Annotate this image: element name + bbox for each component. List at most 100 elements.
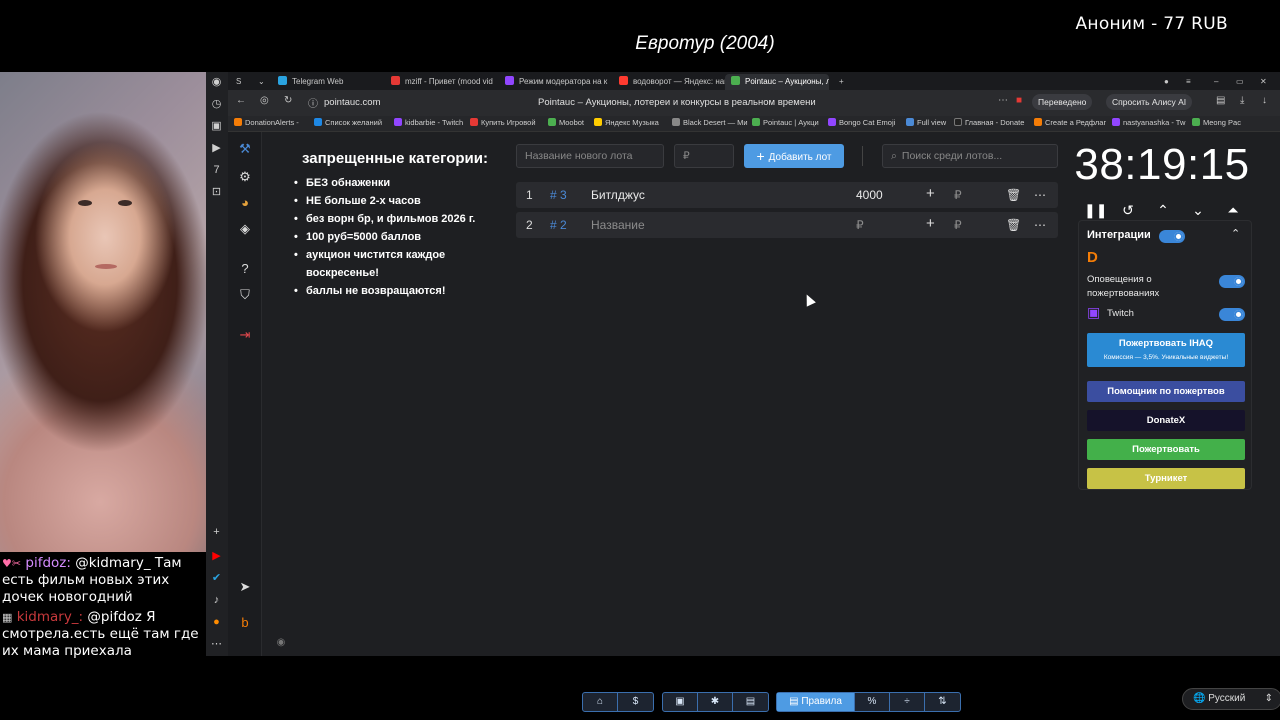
chevron-up-icon[interactable]: ⌃ xyxy=(1153,202,1173,219)
shield-icon[interactable]: ⛉ xyxy=(234,284,256,306)
tab-telegram[interactable]: Telegram Web xyxy=(272,74,382,90)
settings-gear-icon[interactable]: ⚙ xyxy=(234,166,256,188)
add-amount-icon[interactable]: + xyxy=(926,185,935,202)
split-icon[interactable]: ÷ xyxy=(890,693,925,711)
twitch-toggle[interactable] xyxy=(1219,308,1245,321)
search-lots-input[interactable]: ⌕ Поиск среди лотов... xyxy=(882,144,1058,168)
bookmark-item[interactable]: nastyanashka - Tw xyxy=(1112,118,1185,127)
bookmark-item[interactable]: kidbarbie - Twitch xyxy=(394,118,463,127)
profile-icon[interactable]: ◉ xyxy=(208,74,225,91)
lot-amount[interactable]: ₽ xyxy=(856,218,864,232)
maximize-icon[interactable]: ▭ xyxy=(1230,74,1246,90)
layers-icon[interactable]: ◈ xyxy=(234,218,256,240)
logout-icon[interactable]: ⇥ xyxy=(234,324,256,346)
bookmark-item[interactable]: Купить Игровой xyxy=(470,118,536,127)
help-icon[interactable]: ? xyxy=(234,258,256,280)
language-select[interactable]: 🌐 Русский ⇕ xyxy=(1182,688,1280,710)
donate-button[interactable]: Пожертвовать xyxy=(1087,439,1245,460)
bookmark-item[interactable]: Meong Pac xyxy=(1192,118,1241,127)
browser-logo-icon[interactable]: S xyxy=(230,74,250,90)
more-icon[interactable]: ⋯ xyxy=(208,636,225,653)
bug-icon[interactable]: ✱ xyxy=(698,693,733,711)
bookmarks-icon[interactable]: ⊡ xyxy=(208,184,225,201)
wheel-icon[interactable]: ◕ xyxy=(234,192,256,214)
bookmark-item[interactable]: Moobot xyxy=(548,118,584,127)
more-icon[interactable]: ⋯ xyxy=(1034,188,1046,202)
lot-extra-amount[interactable]: ₽ xyxy=(954,218,962,232)
bookmark-item[interactable]: Яндекс Музыка xyxy=(594,118,659,127)
delete-icon[interactable]: 🗑 xyxy=(1006,188,1021,202)
minimize-icon[interactable]: – xyxy=(1208,74,1224,90)
percent-icon[interactable]: % xyxy=(855,693,890,711)
app-icon[interactable]: ● xyxy=(208,614,225,631)
lot-amount[interactable]: 4000 xyxy=(856,188,883,202)
more-icon[interactable]: ⋯ xyxy=(1034,218,1046,232)
menu-icon[interactable]: ≡ xyxy=(1180,74,1196,90)
delete-icon[interactable]: 🗑 xyxy=(1006,218,1021,232)
vk-icon[interactable]: ✔ xyxy=(208,570,225,587)
bookmark-item[interactable]: Create a Редфлаг xyxy=(1034,118,1106,127)
add-panel-icon[interactable]: + xyxy=(208,524,225,541)
reload-icon[interactable]: ↻ xyxy=(284,95,292,106)
bookmark-item[interactable]: Список желаний xyxy=(314,118,382,127)
chevron-down-icon[interactable]: ⌄ xyxy=(1188,202,1208,219)
ask-alice-button[interactable]: Спросить Алису AI xyxy=(1106,94,1193,110)
boosty-icon[interactable]: b xyxy=(234,612,256,634)
bookmark-icon[interactable]: ■ xyxy=(1016,95,1022,106)
pause-icon[interactable]: ❚❚ xyxy=(1084,202,1107,219)
turnstile-button[interactable]: Турникет xyxy=(1087,468,1245,489)
youtube-icon[interactable]: ▶ xyxy=(208,548,225,565)
new-lot-amount-input[interactable]: ₽ xyxy=(674,144,734,168)
bookmark-item[interactable]: Full view xyxy=(906,118,946,127)
download-arrow-icon[interactable]: ↓ xyxy=(1262,95,1267,106)
reader-icon[interactable]: ▤ xyxy=(1216,95,1225,106)
collapse-icon[interactable]: ⌃ xyxy=(1231,227,1240,241)
donatex-button[interactable]: DonateX xyxy=(1087,410,1245,431)
add-lot-button[interactable]: + Добавить лот xyxy=(744,144,844,168)
tiktok-icon[interactable]: ♪ xyxy=(208,592,225,609)
account-icon[interactable]: ● xyxy=(1158,74,1174,90)
history-icon[interactable]: ◷ xyxy=(208,96,225,113)
telegram-icon[interactable]: ➤ xyxy=(234,576,256,598)
more-options-icon[interactable]: ⋯ xyxy=(998,95,1008,106)
bookmark-item[interactable]: Black Desert — Ми xyxy=(672,118,748,127)
reset-icon[interactable]: ↺ xyxy=(1118,202,1138,219)
integrations-toggle[interactable] xyxy=(1159,230,1185,243)
bookmark-item[interactable]: Pointauc | Аукци xyxy=(752,118,819,127)
dollar-icon[interactable]: $ xyxy=(618,693,653,711)
clear-icon[interactable]: ▤ xyxy=(733,693,768,711)
back-icon[interactable]: ← xyxy=(236,95,246,106)
collections-icon[interactable]: ▣ xyxy=(208,118,225,135)
tab-list-icon[interactable]: ⌄ xyxy=(252,74,266,90)
media-icon[interactable]: ▶ xyxy=(208,140,225,157)
rules-button[interactable]: ▤ Правила xyxy=(777,693,855,711)
auction-hammer-icon[interactable]: ⚒ xyxy=(234,138,256,160)
visibility-icon[interactable]: ◉ xyxy=(270,632,292,654)
github-icon[interactable]: ⌂ xyxy=(583,693,618,711)
bookmark-item[interactable]: DonationAlerts - xyxy=(234,118,299,127)
new-tab-icon[interactable]: + xyxy=(833,74,849,90)
calendar-icon[interactable]: 7 xyxy=(208,162,225,179)
close-window-icon[interactable]: ✕ xyxy=(1254,74,1270,90)
lot-name[interactable]: Битлджус xyxy=(591,188,645,202)
add-amount-icon[interactable]: + xyxy=(926,215,935,232)
bookmark-item[interactable]: Bongo Cat Emoji xyxy=(828,118,895,127)
tab-yandex[interactable]: водоворот — Яндекс: нашл xyxy=(613,74,725,90)
tab-pointauc[interactable]: Pointauc – Аукционы, л xyxy=(725,74,829,90)
sort-icon[interactable]: ⇅ xyxy=(925,693,960,711)
bookmark-item[interactable]: Главная - Donate xyxy=(954,118,1024,127)
tab-youtube[interactable]: mziff - Привет (mood vid xyxy=(385,74,497,90)
donate-ihaq-button[interactable]: Пожертвовать IHAQ Комиссия — 3,5%. Уника… xyxy=(1087,333,1245,367)
lot-name[interactable]: Название xyxy=(591,218,645,232)
url-field[interactable]: pointauc.com xyxy=(324,97,381,108)
site-info-icon[interactable]: ⓘ xyxy=(308,95,318,110)
translated-pill[interactable]: Переведено xyxy=(1032,94,1093,110)
lot-extra-amount[interactable]: ₽ xyxy=(954,188,962,202)
donation-alerts-toggle[interactable] xyxy=(1219,275,1245,288)
double-chevron-up-icon[interactable]: ⏶ xyxy=(1223,202,1243,219)
tab-twitch[interactable]: Режим модератора на к xyxy=(499,74,611,90)
new-lot-name-input[interactable]: Название нового лота xyxy=(516,144,664,168)
download-icon[interactable]: ⤓ xyxy=(1240,95,1244,106)
save-icon[interactable]: ▣ xyxy=(663,693,698,711)
donation-helper-button[interactable]: Помощник по пожертвов xyxy=(1087,381,1245,402)
